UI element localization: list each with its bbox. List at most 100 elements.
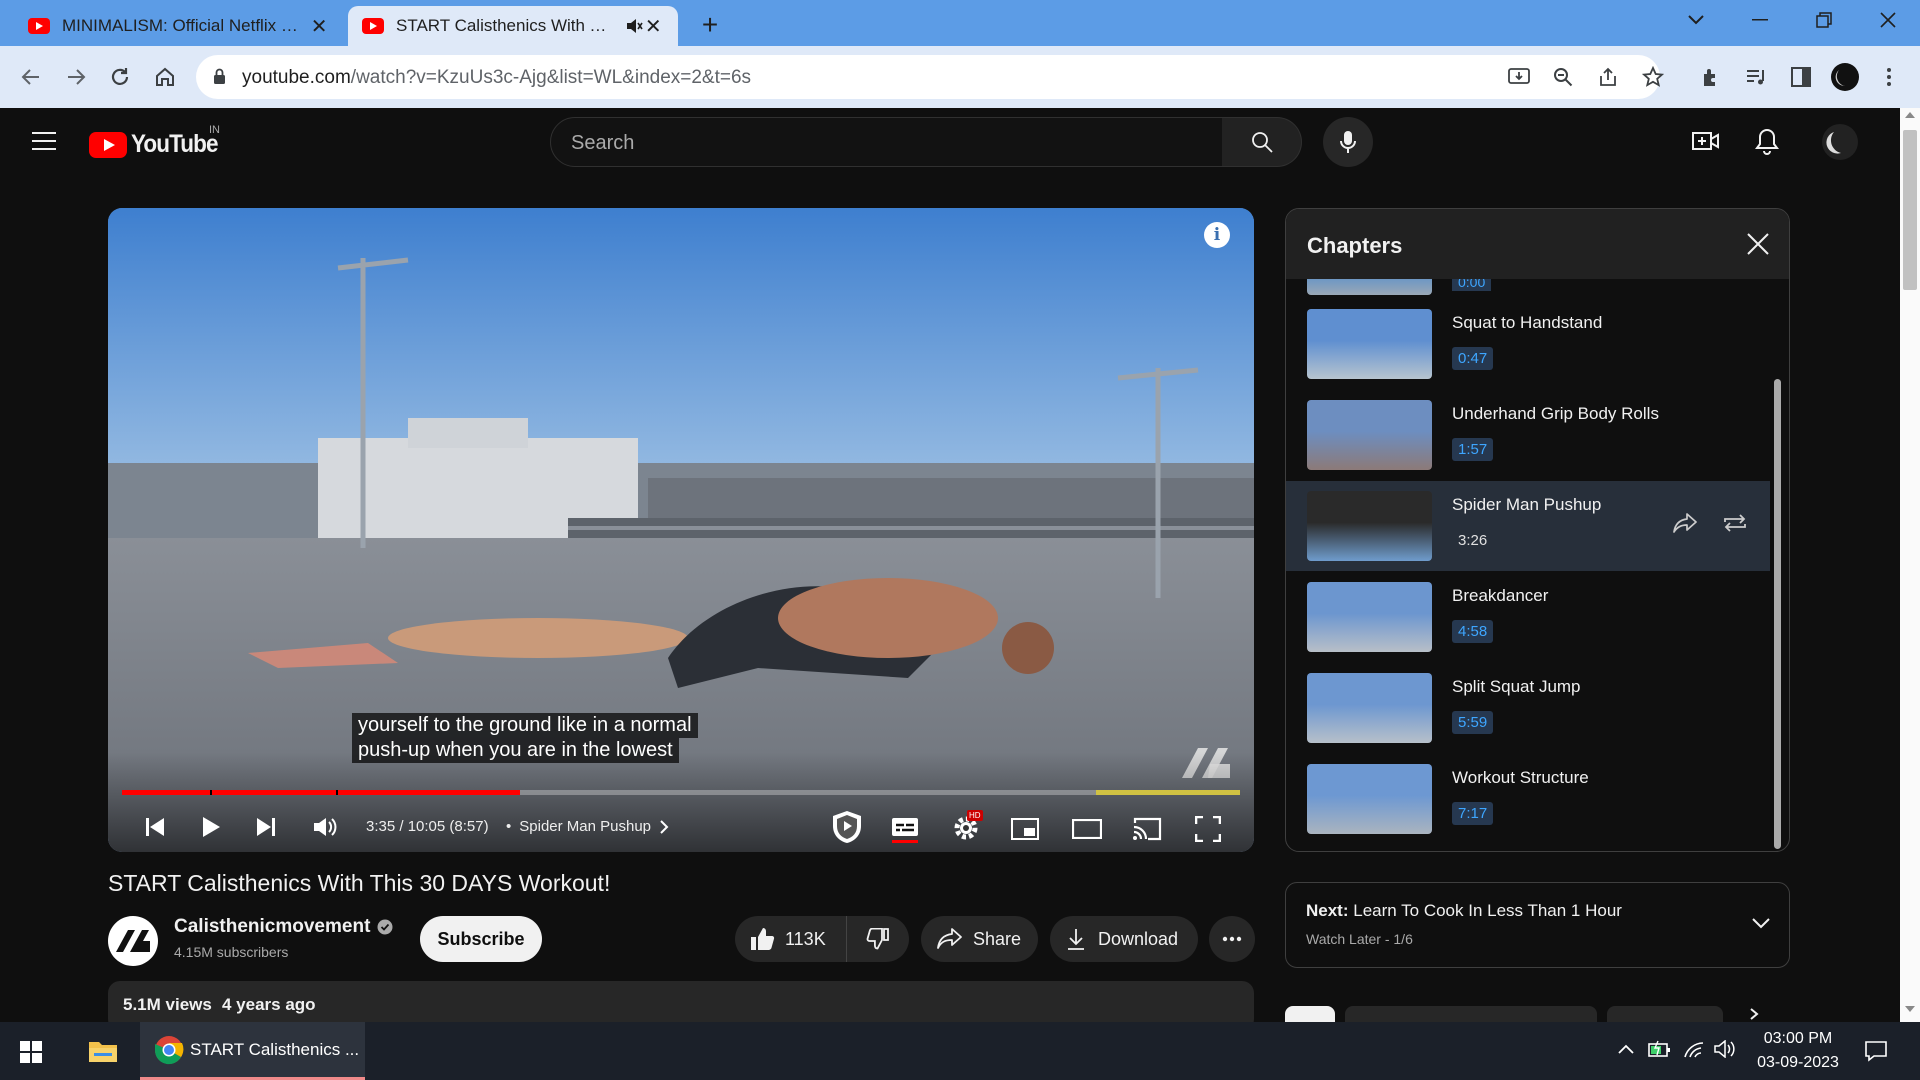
scroll-up-icon[interactable] (1905, 112, 1915, 118)
info-card-icon[interactable]: i (1204, 222, 1230, 248)
home-icon[interactable] (148, 60, 182, 94)
create-video-icon[interactable] (1692, 129, 1720, 153)
dislike-button[interactable] (847, 916, 909, 962)
chapter-item[interactable]: Squat to Handstand 0:47 (1286, 299, 1770, 389)
back-icon[interactable] (14, 60, 48, 94)
thumbs-down-icon (866, 928, 889, 950)
page-scrollbar[interactable] (1900, 108, 1920, 1022)
search-input[interactable]: Search (550, 117, 1224, 167)
share-page-icon[interactable] (1598, 67, 1618, 87)
browser-tab-calisthenics[interactable]: START Calisthenics With This ✕ (348, 6, 678, 46)
taskbar-chrome-app[interactable]: START Calisthenics ... (140, 1022, 365, 1080)
close-tab-icon[interactable]: ✕ (308, 14, 330, 39)
subscribe-button[interactable]: Subscribe (420, 916, 542, 962)
video-player[interactable]: i yourself to the ground like in a norma… (108, 208, 1254, 852)
extensions-icon[interactable] (1694, 60, 1728, 94)
chevron-right-icon (660, 819, 669, 834)
current-chapter-title: Spider Man Pushup (519, 818, 652, 835)
new-tab-button[interactable]: + (695, 10, 725, 40)
loop-chapter-icon[interactable] (1722, 513, 1748, 533)
show-hidden-icons-icon[interactable] (1618, 1044, 1634, 1054)
guide-menu-icon[interactable] (31, 131, 57, 151)
filter-chip[interactable] (1607, 1006, 1723, 1022)
lock-icon[interactable] (213, 68, 226, 85)
youtube-logo[interactable]: YouTube IN (89, 124, 227, 159)
mute-button[interactable] (310, 812, 340, 842)
chapter-item[interactable]: Workout Structure 7:17 (1286, 754, 1770, 844)
chapter-time: 1:57 (1452, 438, 1494, 461)
browser-menu-icon[interactable] (1872, 60, 1906, 94)
chapter-item[interactable]: Breakdancer 4:58 (1286, 572, 1770, 662)
chips-next-arrow-icon[interactable] (1749, 1008, 1759, 1020)
scroll-down-icon[interactable] (1905, 1006, 1915, 1012)
next-video-button[interactable] (251, 812, 281, 842)
clock-date[interactable]: 03-09-2023 (1754, 1054, 1842, 1072)
file-explorer-icon[interactable] (88, 1038, 118, 1064)
next-label: Next: (1306, 901, 1349, 920)
reload-icon[interactable] (103, 60, 137, 94)
clock-time[interactable]: 03:00 PM (1758, 1030, 1838, 1048)
address-bar[interactable]: youtube.com/watch?v=KzuUs3c-Ajg&list=WL&… (196, 55, 1664, 99)
windows-start-icon[interactable] (20, 1041, 42, 1063)
side-panel-icon[interactable] (1784, 60, 1818, 94)
page-scroll-thumb[interactable] (1903, 130, 1917, 290)
chapter-thumbnail[interactable] (1307, 279, 1432, 295)
ad-block-shield-button[interactable] (828, 808, 866, 846)
wifi-icon[interactable] (1683, 1040, 1705, 1058)
play-button[interactable] (196, 812, 226, 842)
current-chapter-button[interactable]: • Spider Man Pushup (506, 818, 669, 835)
fullscreen-button[interactable] (1191, 812, 1225, 846)
forward-icon[interactable] (59, 60, 93, 94)
chapter-thumbnail (1307, 764, 1432, 834)
previous-button[interactable] (140, 812, 170, 842)
youtube-favicon-icon (28, 18, 50, 34)
voice-search-button[interactable] (1323, 117, 1373, 167)
channel-name[interactable]: Calisthenicmovement (174, 916, 393, 938)
search-button[interactable] (1222, 117, 1302, 167)
share-button[interactable]: Share (921, 916, 1038, 962)
restore-button[interactable] (1794, 0, 1854, 40)
chapter-thumbnail (1307, 491, 1432, 561)
tab-search-icon[interactable] (1666, 0, 1726, 40)
settings-button[interactable]: HD (947, 810, 985, 846)
more-actions-button[interactable] (1209, 916, 1255, 962)
channel-avatar[interactable] (108, 916, 158, 966)
tab-title: MINIMALISM: Official Netflix Docu (62, 16, 309, 35)
account-avatar[interactable] (1822, 124, 1858, 160)
next-video-card[interactable]: Next: Learn To Cook In Less Than 1 Hour … (1285, 882, 1790, 968)
theater-mode-icon (1072, 819, 1102, 839)
filter-chip[interactable] (1345, 1006, 1597, 1022)
subtitles-button[interactable] (888, 812, 922, 846)
like-button[interactable]: 113K (735, 916, 847, 962)
speaker-icon[interactable] (1714, 1040, 1736, 1058)
browser-tab-netflix[interactable]: MINIMALISM: Official Netflix Docu ✕ (14, 6, 344, 46)
play-icon (203, 817, 220, 837)
cast-icon (1133, 817, 1162, 841)
close-chapters-button[interactable] (1747, 233, 1769, 255)
battery-charging-icon[interactable] (1648, 1040, 1672, 1058)
theater-mode-button[interactable] (1070, 812, 1104, 846)
like-dislike-group: 113K (735, 916, 909, 962)
expand-playlist-button[interactable] (1752, 917, 1770, 929)
download-button[interactable]: Download (1050, 916, 1198, 962)
chapter-item[interactable]: Spider Man Pushup 3:26 (1286, 481, 1770, 571)
progress-bar[interactable] (122, 790, 1240, 795)
notifications-bell-icon[interactable] (1755, 127, 1779, 155)
zoom-icon[interactable] (1553, 67, 1573, 87)
cast-button[interactable] (1130, 812, 1164, 846)
media-controls-icon[interactable] (1739, 60, 1773, 94)
tab-mute-icon[interactable] (625, 18, 643, 34)
miniplayer-button[interactable] (1008, 812, 1042, 846)
chapters-scrollbar[interactable] (1774, 379, 1781, 849)
chapter-item[interactable]: Split Squat Jump 5:59 (1286, 663, 1770, 753)
share-chapter-icon[interactable] (1673, 513, 1697, 533)
chapter-item[interactable]: Underhand Grip Body Rolls 1:57 (1286, 390, 1770, 480)
close-window-button[interactable] (1858, 0, 1918, 40)
bookmark-star-icon[interactable] (1642, 66, 1664, 88)
notification-center-icon[interactable] (1864, 1040, 1888, 1062)
install-app-icon[interactable] (1508, 67, 1530, 87)
profile-avatar[interactable] (1828, 60, 1862, 94)
close-tab-icon[interactable]: ✕ (643, 14, 664, 39)
filter-chip-all[interactable] (1285, 1006, 1335, 1022)
minimize-button[interactable] (1730, 0, 1790, 40)
